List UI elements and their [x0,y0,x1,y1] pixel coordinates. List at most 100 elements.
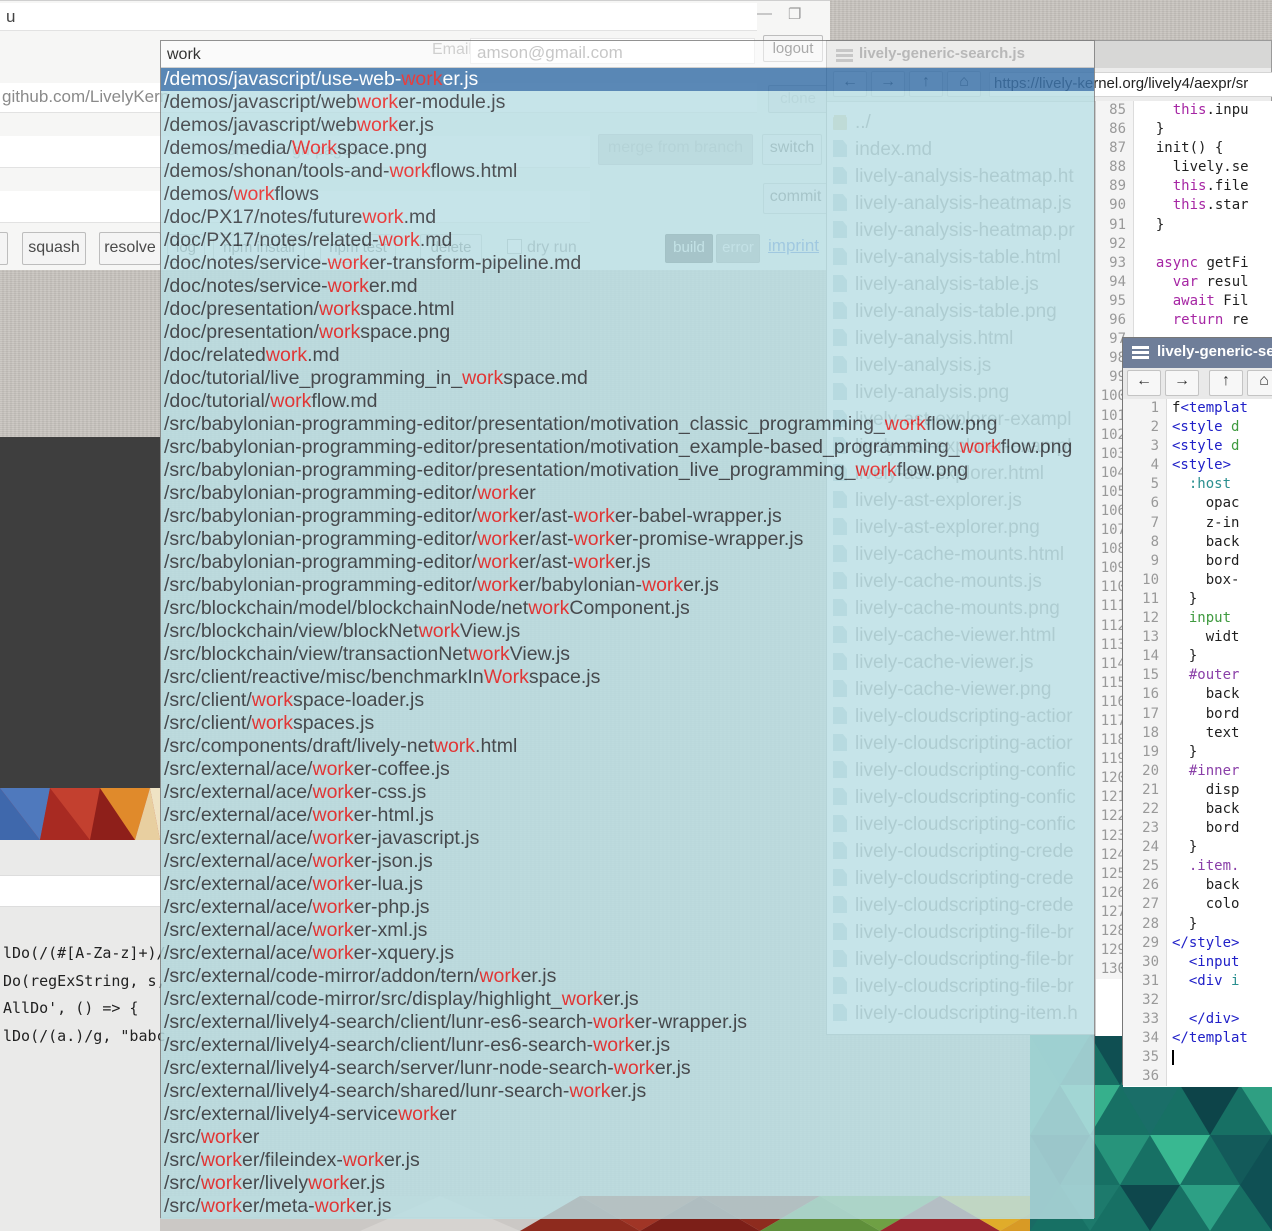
resolve-button[interactable]: resolve [99,232,161,265]
menu-icon[interactable] [1132,346,1149,349]
search-result-row[interactable]: /src/client/workspace-loader.js [161,689,1094,712]
code-line: 20 #inner [1123,762,1272,781]
console-panel [0,437,160,788]
search-result-row[interactable]: /doc/notes/service-worker-transform-pipe… [161,252,1094,275]
code-line: lDo(/(#[A-Za-z]+)/ [3,940,166,968]
template-code-editor[interactable]: 1f<templat2<style d3<style d4<style>5 :h… [1123,399,1272,1087]
editor-titlebar[interactable]: lively-generic-search.js [1123,338,1272,368]
search-result-row[interactable]: /src/babylonian-programming-editor/prese… [161,459,1094,482]
search-result-row[interactable]: /doc/relatedwork.md [161,344,1094,367]
code-line: 96 return re [1096,311,1272,330]
left-editor-panel: lDo(/(#[A-Za-z]+)/Do(regExString, s,AllD… [0,840,160,1231]
code-line: 11 } [1123,590,1272,609]
search-result-row[interactable]: /doc/tutorial/workflow.md [161,390,1094,413]
search-result-row[interactable]: /src/babylonian-programming-editor/worke… [161,528,1094,551]
code-line: 21 disp [1123,781,1272,800]
code-line: 91 } [1096,216,1272,235]
code-line: 36 [1123,1067,1272,1086]
code-line: 7 z-in [1123,514,1272,533]
search-result-row[interactable]: /src/external/lively4-search/client/lunr… [161,1034,1094,1057]
search-result-row[interactable]: /src/external/lively4-serviceworker [161,1103,1094,1126]
up-button[interactable]: ↑ [1209,370,1243,396]
code-line: 1f<templat [1123,399,1272,418]
code-line: 5 :host [1123,475,1272,494]
code-line: 22 back [1123,800,1272,819]
search-result-row[interactable]: /src/blockchain/view/blockNetworkView.js [161,620,1094,643]
search-result-row[interactable]: /src/babylonian-programming-editor/prese… [161,436,1094,459]
search-result-row[interactable]: /src/external/lively4-search/shared/lunr… [161,1080,1094,1103]
squash-button[interactable]: squash [22,232,86,265]
search-result-row[interactable]: /src/blockchain/model/blockchainNode/net… [161,597,1094,620]
back-button[interactable]: ← [1127,370,1161,396]
search-result-row[interactable]: /src/babylonian-programming-editor/worke… [161,482,1094,505]
search-result-row[interactable]: /doc/PX17/notes/related-work.md [161,229,1094,252]
search-result-row[interactable]: /src/external/lively4-search/client/lunr… [161,1011,1094,1034]
search-result-row[interactable]: /src/babylonian-programming-editor/worke… [161,551,1094,574]
minimize-icon[interactable]: — [757,5,772,22]
search-result-row[interactable]: /src/components/draft/lively-network.htm… [161,735,1094,758]
search-result-row[interactable]: /src/worker/meta-worker.js [161,1195,1094,1218]
search-result-row[interactable]: /src/worker/fileindex-worker.js [161,1149,1094,1172]
search-result-row[interactable]: /src/external/ace/worker-lua.js [161,873,1094,896]
code-line: 94 var resul [1096,273,1272,292]
sync-top-input[interactable]: u [0,3,757,31]
code-line: 90 this.star [1096,196,1272,215]
template-editor-window: lively-generic-search.js ← → ↑ ⌂ 1f<temp… [1122,337,1272,1085]
code-line: 12 input [1123,609,1272,628]
search-result-row[interactable]: /demos/javascript/use-web-worker.js [161,68,1094,91]
search-result-row[interactable]: /src/worker [161,1126,1094,1149]
search-result-row[interactable]: /src/external/ace/worker-xml.js [161,919,1094,942]
code-line: 93 async getFi [1096,254,1272,273]
search-result-row[interactable]: /src/external/ace/worker-css.js [161,781,1094,804]
code-line: 88 lively.se [1096,158,1272,177]
search-result-row[interactable]: /doc/PX17/notes/futurework.md [161,206,1094,229]
search-result-row[interactable]: /src/external/ace/worker-coffee.js [161,758,1094,781]
maximize-icon[interactable]: ❐ [788,5,801,23]
code-line: Do(regExString, s, [3,968,166,996]
home-button[interactable]: ⌂ [1247,370,1272,396]
code-line: 13 widt [1123,628,1272,647]
code-line: 2<style d [1123,418,1272,437]
forward-button[interactable]: → [1165,370,1199,396]
search-result-row[interactable]: /src/babylonian-programming-editor/worke… [161,574,1094,597]
search-result-row[interactable]: /src/external/ace/worker-javascript.js [161,827,1094,850]
diff-button[interactable]: ff [0,232,8,265]
code-line: 28 } [1123,915,1272,934]
search-result-row[interactable]: /demos/javascript/webworker.js [161,114,1094,137]
search-result-row[interactable]: /demos/shonan/tools-and-workflows.html [161,160,1094,183]
code-line: 8 back [1123,533,1272,552]
search-result-row[interactable]: /src/external/code-mirror/addon/tern/wor… [161,965,1094,988]
search-result-row[interactable]: /src/external/ace/worker-php.js [161,896,1094,919]
search-result-row[interactable]: /src/babylonian-programming-editor/worke… [161,505,1094,528]
search-result-row[interactable]: /src/external/ace/worker-xquery.js [161,942,1094,965]
search-result-row[interactable]: /src/external/code-mirror/src/display/hi… [161,988,1094,1011]
search-result-row[interactable]: /demos/workflows [161,183,1094,206]
search-result-row[interactable]: /doc/presentation/workspace.png [161,321,1094,344]
search-input[interactable]: work [161,41,1094,68]
search-result-row[interactable]: /src/external/lively4-search/server/lunr… [161,1057,1094,1080]
code-line: 30 <input [1123,953,1272,972]
code-line: 29</style> [1123,934,1272,953]
search-result-row[interactable]: /src/external/ace/worker-json.js [161,850,1094,873]
search-result-row[interactable]: /doc/presentation/workspace.html [161,298,1094,321]
search-result-row[interactable]: /demos/media/Workspace.png [161,137,1094,160]
search-result-row[interactable]: /src/external/ace/worker-html.js [161,804,1094,827]
search-result-row[interactable]: /doc/tutorial/live_programming_in_worksp… [161,367,1094,390]
code-line: 95 await Fil [1096,292,1272,311]
code-line: 15 #outer [1123,666,1272,685]
search-result-row[interactable]: /doc/notes/service-worker.md [161,275,1094,298]
code-line: 23 bord [1123,819,1272,838]
left-editor-input[interactable] [0,875,160,907]
code-line: 10 box- [1123,571,1272,590]
code-line: 34</templat [1123,1029,1272,1048]
code-line: 16 back [1123,685,1272,704]
code-line: 85 this.inpu [1096,101,1272,120]
code-line: 35 [1123,1048,1272,1067]
search-result-row[interactable]: /src/client/workspaces.js [161,712,1094,735]
search-result-row[interactable]: /src/client/reactive/misc/benchmarkInWor… [161,666,1094,689]
search-result-row[interactable]: /src/blockchain/view/transactionNetworkV… [161,643,1094,666]
search-result-row[interactable]: /src/worker/livelyworker.js [161,1172,1094,1195]
search-result-row[interactable]: /demos/javascript/webworker-module.js [161,91,1094,114]
search-result-row[interactable]: /src/babylonian-programming-editor/prese… [161,413,1094,436]
code-line: 17 bord [1123,705,1272,724]
